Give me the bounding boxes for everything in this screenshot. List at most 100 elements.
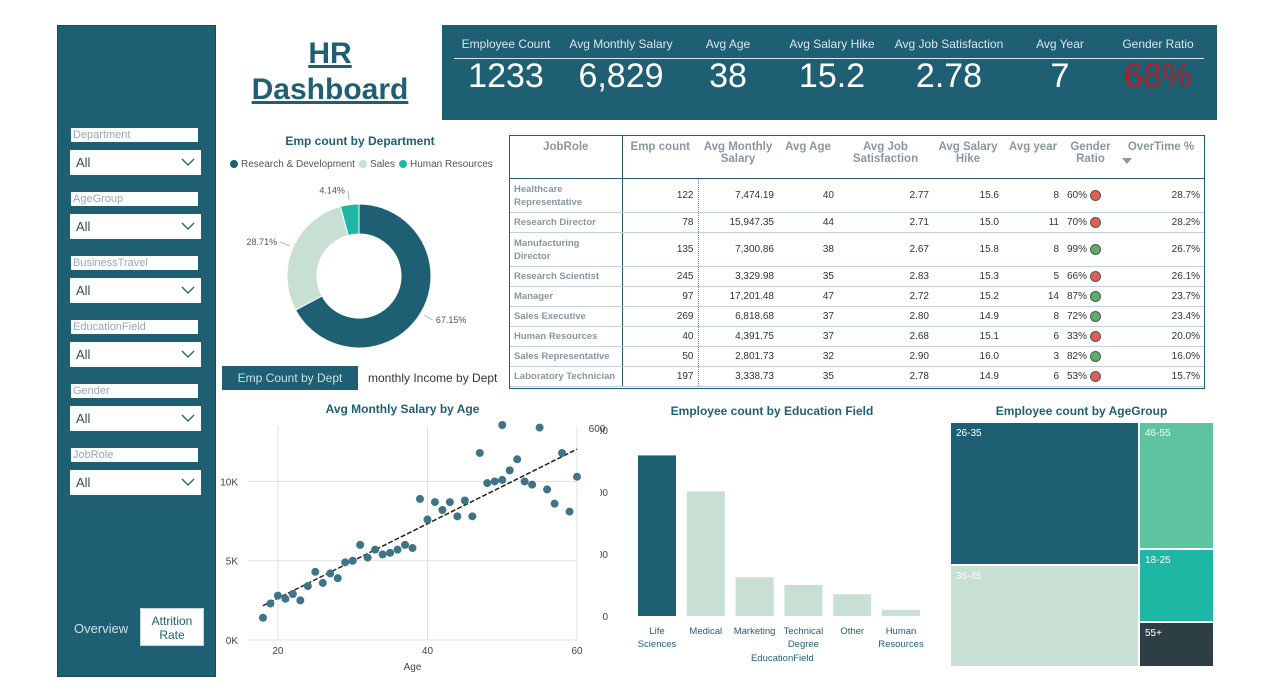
slicer-dropdown-department[interactable]: All [70, 150, 201, 175]
table-row[interactable]: Research Scientist 245 3,329.98 35 2.83 15.3 5… [510, 266, 1204, 287]
column-header[interactable]: Emp count [622, 136, 698, 179]
cell-salary: 7,474.19 [698, 178, 778, 213]
scatter-point[interactable] [363, 553, 372, 562]
scatter-point[interactable] [273, 591, 282, 600]
scatter-point[interactable] [430, 498, 439, 507]
bar[interactable] [686, 491, 725, 616]
scatter-point[interactable] [371, 545, 380, 554]
bar[interactable] [882, 609, 920, 616]
scatter-point[interactable] [565, 507, 574, 516]
cell-role: Sales Executive [510, 306, 623, 327]
scatter-point[interactable] [498, 475, 507, 484]
column-header[interactable]: OverTime % [1118, 136, 1204, 179]
scatter-point[interactable] [490, 477, 499, 486]
scatter-point[interactable] [318, 578, 327, 587]
kpi-banner: Employee Count 1233 Avg Monthly Salary 6,82… [442, 25, 1217, 120]
treemap-tile-18-25[interactable]: 18-25 [1139, 549, 1214, 622]
bar[interactable] [833, 594, 872, 616]
scatter-point[interactable] [401, 540, 410, 549]
scatter-point[interactable] [535, 423, 544, 432]
scatter-point[interactable] [288, 590, 297, 599]
sort-descending-icon[interactable] [1122, 155, 1200, 167]
table-row[interactable]: Manager 97 17,201.48 47 2.72 15.2 14 87% 23.7% [510, 286, 1204, 307]
scatter-point[interactable] [326, 569, 335, 578]
x-tick-label: Marketing [734, 626, 776, 637]
scatter-point[interactable] [393, 545, 402, 554]
scatter-point[interactable] [386, 548, 395, 557]
scatter-point[interactable] [296, 596, 305, 605]
scatter-point[interactable] [483, 479, 492, 488]
scatter-point[interactable] [543, 485, 552, 494]
cell-role: Laboratory Technician [510, 366, 623, 387]
y-tick-label: 5K [226, 557, 239, 568]
scatter-point[interactable] [348, 556, 357, 565]
scatter-point[interactable] [438, 506, 447, 515]
slicer-dropdown-jobrole[interactable]: All [70, 470, 201, 495]
column-header[interactable]: Avg Age [778, 136, 838, 179]
scatter-point[interactable] [460, 496, 469, 505]
treemap-tile-26-35[interactable]: 26-35 [950, 422, 1139, 565]
scatter-point[interactable] [356, 540, 365, 549]
scatter-point[interactable] [550, 499, 559, 508]
slicer-dropdown-educationfield[interactable]: All [70, 342, 201, 367]
legend-item[interactable]: Human Resources [398, 159, 493, 170]
scatter-point[interactable] [281, 594, 290, 603]
table-row[interactable]: Manufacturing Director 135 7,300.86 38 2.67 1… [510, 232, 1204, 267]
attrition-rate-nav-button[interactable]: Attrition Rate [140, 608, 204, 646]
scatter-point[interactable] [453, 512, 462, 521]
overview-nav-button[interactable]: Overview [74, 621, 128, 636]
column-header[interactable]: Gender Ratio [1063, 136, 1118, 179]
column-header[interactable]: Avg Job Satisfaction [838, 136, 933, 179]
column-header[interactable]: Avg year [1003, 136, 1063, 179]
scatter-point[interactable] [408, 544, 417, 553]
x-tick-label: 20 [272, 646, 284, 657]
scatter-point[interactable] [415, 494, 424, 503]
bar[interactable] [735, 577, 774, 616]
scatter-point[interactable] [475, 448, 484, 457]
scatter-point[interactable] [311, 567, 320, 576]
slicer-dropdown-businesstravel[interactable]: All [70, 278, 201, 303]
table-row[interactable]: Human Resources 40 4,391.75 37 2.68 15.1 6 33% 2… [510, 326, 1204, 347]
table-row[interactable]: Healthcare Representative 122 7,474.19 40 2.… [510, 178, 1204, 213]
column-header[interactable]: Avg Monthly Salary [698, 136, 778, 179]
cell-age: 37 [778, 306, 838, 327]
scatter-point[interactable] [378, 550, 387, 559]
table-row[interactable]: Research Director 78 15,947.35 44 2.71 15.0 11… [510, 212, 1204, 233]
scatter-point[interactable] [498, 421, 507, 429]
legend-item[interactable]: Research & Development [230, 159, 355, 170]
scatter-point[interactable] [528, 480, 537, 489]
scatter-point[interactable] [505, 466, 514, 475]
cell-sat: 2.90 [838, 346, 933, 367]
column-header[interactable]: JobRole [510, 136, 623, 179]
treemap-tile-46-55[interactable]: 46-55 [1139, 422, 1214, 549]
scatter-point[interactable] [573, 472, 581, 481]
table-row[interactable]: Sales Representative 50 2,801.73 32 2.90 16.0… [510, 346, 1204, 367]
donut-slice[interactable] [286, 205, 349, 311]
scatter-point[interactable] [558, 448, 567, 457]
treemap-tile-55plus[interactable]: 55+ [1139, 622, 1214, 667]
table-row[interactable]: Laboratory Technician 197 3,338.73 35 2.78 14… [510, 366, 1204, 387]
bar[interactable] [784, 585, 823, 616]
scatter-point[interactable] [266, 599, 275, 608]
slicer-dropdown-agegroup[interactable]: All [70, 214, 201, 239]
cell-year: 8 [1003, 178, 1063, 213]
tab-emp-count-by-dept[interactable]: Emp Count by Dept [222, 366, 358, 390]
x-axis-label: EducationField [751, 653, 814, 664]
table-row[interactable]: Sales Executive 269 6,818.68 37 2.80 14.9 8 72%… [510, 306, 1204, 327]
legend-item[interactable]: Sales [358, 159, 395, 170]
scatter-point[interactable] [468, 512, 477, 521]
scatter-point[interactable] [303, 582, 312, 591]
scatter-point[interactable] [513, 455, 522, 464]
slicer-dropdown-gender[interactable]: All [70, 406, 201, 431]
scatter-point[interactable] [333, 574, 342, 583]
scatter-point[interactable] [520, 477, 529, 486]
column-header[interactable]: Avg Salary Hike [933, 136, 1003, 179]
tab-monthly-income-by-dept[interactable]: monthly Income by Dept [368, 366, 497, 390]
donut-data-label: 67.15% [436, 315, 467, 325]
bar[interactable] [638, 455, 676, 616]
scatter-point[interactable] [423, 515, 432, 524]
scatter-point[interactable] [258, 613, 267, 622]
scatter-point[interactable] [341, 558, 350, 567]
scatter-point[interactable] [445, 498, 454, 507]
treemap-tile-36-45[interactable]: 36-45 [950, 565, 1139, 667]
